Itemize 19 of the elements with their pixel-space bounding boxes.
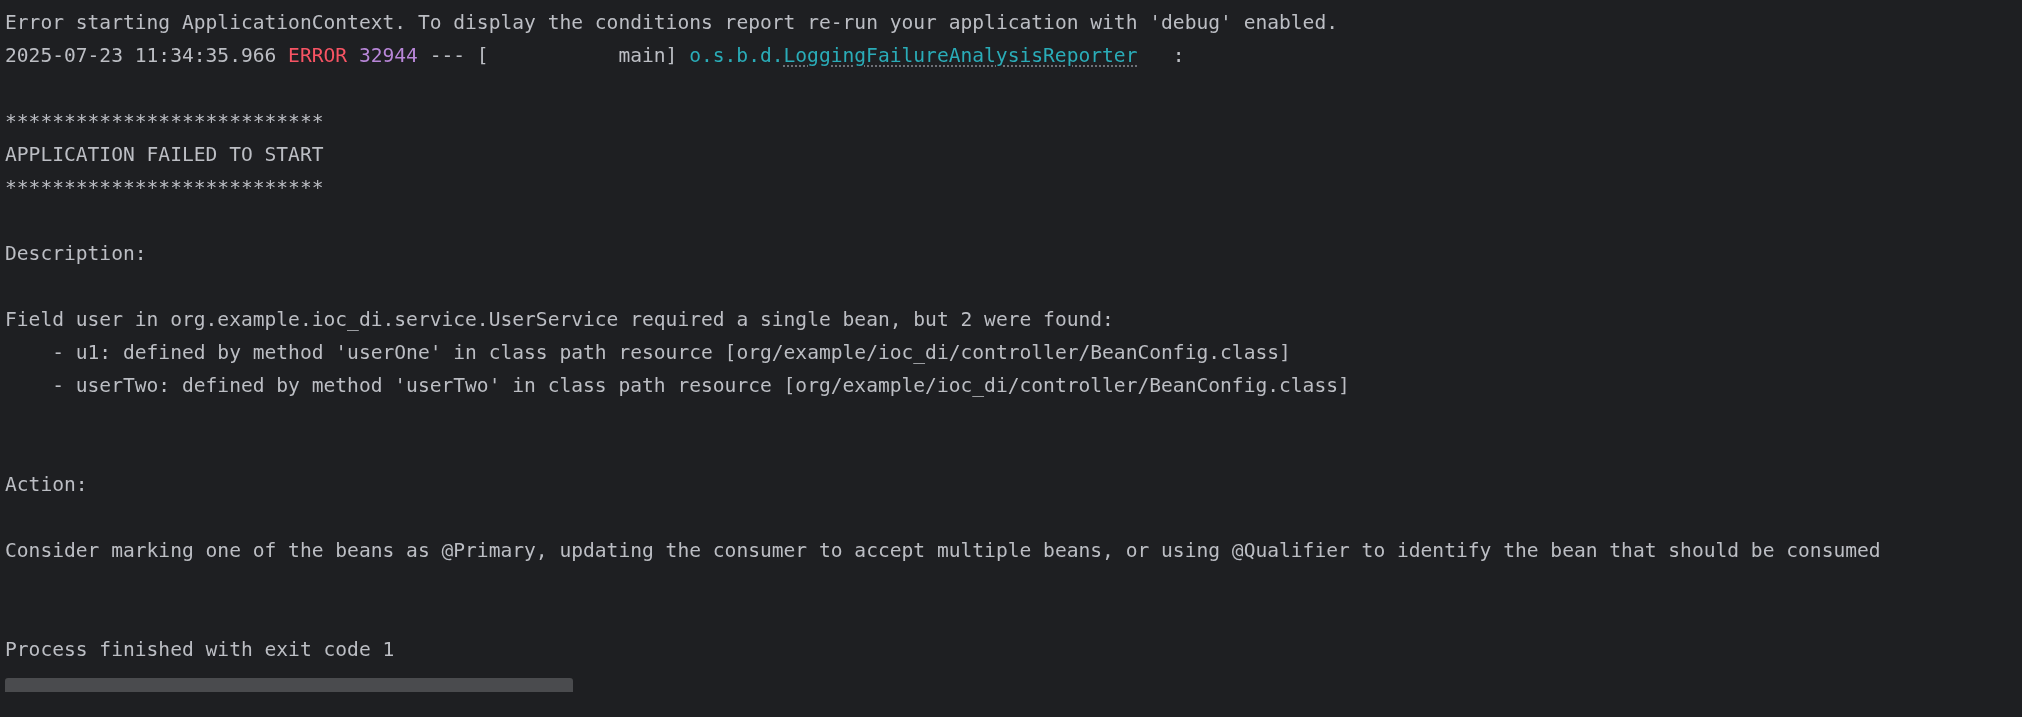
process-id: 32944: [358, 44, 418, 67]
console-line: Error starting ApplicationContext. To display the conditions report re-run your application with 'debug' enabled.: [5, 10, 1339, 36]
logger-class-link[interactable]: LoggingFailureAnalysisReporter: [783, 44, 1138, 67]
timestamp: 2025-07-23 11:34:35.966: [5, 44, 277, 67]
scrollbar-thumb[interactable]: [5, 678, 573, 692]
console-line: Description:: [5, 241, 148, 267]
console-line: APPLICATION FAILED TO START: [5, 142, 325, 168]
console-line: Action:: [5, 472, 89, 498]
console-line: ***************************: [5, 175, 325, 201]
logger-package: o.s.b.d.: [689, 44, 784, 67]
log-separator: :: [1172, 44, 1185, 67]
console-line: ***************************: [5, 109, 325, 135]
console-line: Field user in org.example.ioc_di.service.UserService required a single bean, but 2 were found:: [5, 307, 1115, 333]
log-level: ERROR: [288, 44, 348, 67]
console-line: - userTwo: defined by method 'userTwo' in class path resource [org/example/ioc_di/controller/BeanConfig.class]: [51, 373, 1351, 399]
console-line: - u1: defined by method 'userOne' in class path resource [org/example/ioc_di/controller/BeanConfig.class]: [51, 340, 1292, 366]
thread-name: --- [ main]: [429, 44, 678, 67]
console-line: Process finished with exit code 1: [5, 637, 396, 663]
console-line: Consider marking one of the beans as @Primary, updating the consumer to accept multiple beans, or using @Qualifier to identify the bean that should be consumed: [5, 538, 1882, 564]
